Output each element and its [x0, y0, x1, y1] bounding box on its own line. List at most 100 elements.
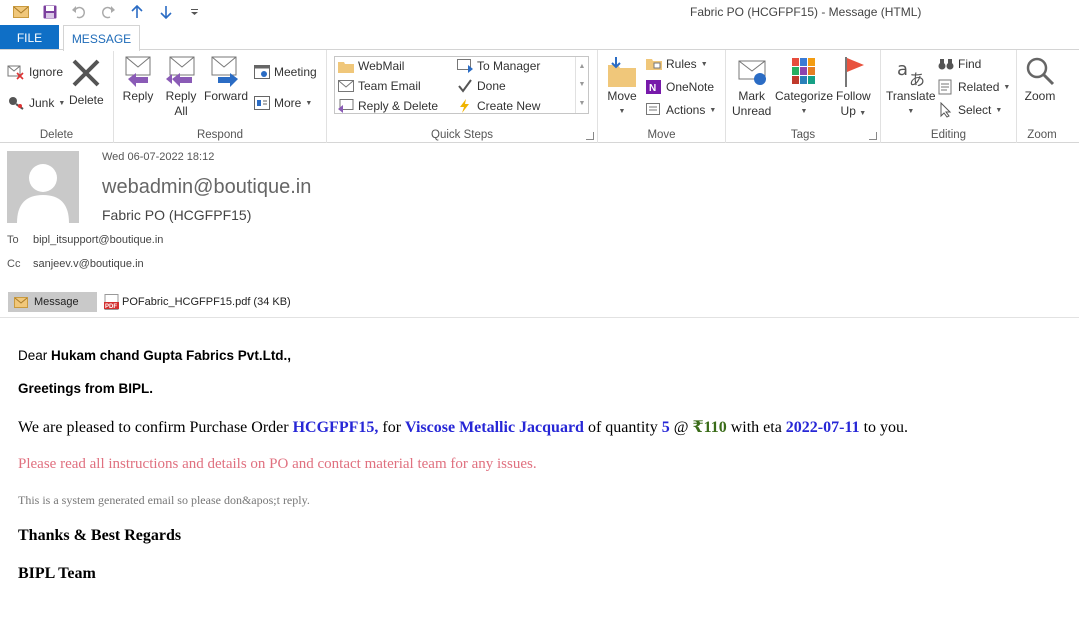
svg-text:a: a	[897, 59, 908, 80]
categorize-button[interactable]: Categorize ▼	[775, 55, 833, 119]
quick-step-team-email[interactable]: Team Email	[338, 79, 421, 93]
salutation: Dear Hukam chand Gupta Fabrics Pvt.Ltd.,	[18, 348, 292, 363]
scroll-down-icon[interactable]: ▼	[579, 81, 586, 88]
save-icon[interactable]	[35, 2, 64, 22]
chevron-down-icon: ▼	[995, 106, 1003, 114]
ribbon: Ignore Junk ▼ Delete Delete Reply Reply A…	[0, 50, 1079, 143]
mark-unread-button[interactable]: Mark Unread	[732, 55, 771, 119]
window-title: Fabric PO (HCGFPF15) - Message (HTML)	[690, 5, 922, 19]
tags-launcher[interactable]	[869, 132, 877, 140]
title-bar: Fabric PO (HCGFPF15) - Message (HTML)	[0, 0, 1079, 25]
meeting-button[interactable]: Meeting	[254, 62, 317, 82]
to-label: To	[7, 234, 19, 246]
follow-up-label-2: Up ▼	[840, 104, 867, 118]
follow-up-button[interactable]: Follow Up ▼	[836, 55, 871, 121]
quick-steps-label: Quick Steps	[431, 129, 493, 141]
quick-access-toolbar	[6, 2, 209, 22]
move-button[interactable]: Move ▼	[606, 55, 638, 119]
next-item-icon[interactable]	[151, 2, 180, 22]
ignore-button[interactable]: Ignore	[7, 62, 63, 82]
related-button[interactable]: Related ▼	[938, 77, 1010, 97]
quick-step-done[interactable]: Done	[457, 79, 506, 93]
message-body-tab[interactable]: Message	[8, 292, 97, 312]
more-respond-icon	[254, 96, 270, 110]
chevron-down-icon: ▼	[800, 108, 808, 115]
cc-recipient[interactable]: sanjeev.v@boutique.in	[33, 258, 144, 270]
tags-group: Mark Unread Categorize ▼ Follow Up ▼ Tag…	[726, 50, 881, 143]
translate-button[interactable]: aあ Translate ▼	[886, 55, 936, 119]
chevron-down-icon: ▼	[907, 108, 915, 115]
checkmark-icon	[458, 79, 472, 93]
mail-icon[interactable]	[6, 2, 35, 22]
reply-icon	[125, 56, 151, 87]
tab-file[interactable]: FILE	[0, 25, 59, 50]
undo-icon[interactable]	[64, 2, 93, 22]
onenote-icon: N	[646, 80, 661, 94]
zoom-button[interactable]: Zoom	[1024, 55, 1056, 104]
junk-icon	[9, 97, 24, 110]
move-group-label: Move	[647, 129, 676, 141]
magnifier-icon	[1026, 57, 1055, 86]
translate-icon: aあ	[897, 59, 925, 89]
mark-unread-icon	[738, 60, 766, 85]
select-button[interactable]: Select ▼	[938, 100, 1002, 120]
tags-group-label: Tags	[790, 129, 816, 141]
pdf-icon: PDF	[104, 294, 119, 310]
quick-step-reply-delete[interactable]: Reply & Delete	[338, 99, 438, 113]
folder-icon	[338, 61, 354, 73]
editing-group: aあ Translate ▼ Find Related ▼ Select ▼ Edi…	[881, 50, 1017, 143]
rules-button[interactable]: Rules ▼	[646, 54, 708, 74]
attachment-pdf[interactable]: PDF POFabric_HCGFPF15.pdf (34 KB)	[104, 294, 291, 310]
quick-steps-scrollbar[interactable]: ▲ ▼ ▼	[575, 57, 588, 113]
chevron-down-icon: ▼	[305, 99, 313, 107]
signature: BIPL Team	[18, 565, 96, 582]
reply-delete-icon	[338, 99, 354, 113]
onenote-button[interactable]: N OneNote	[646, 77, 714, 97]
message-header: Wed 06-07-2022 18:12 webadmin@boutique.i…	[0, 143, 1079, 318]
previous-item-icon[interactable]	[122, 2, 151, 22]
quick-step-create-new[interactable]: Create New	[457, 99, 540, 113]
sent-date: Wed 06-07-2022 18:12	[102, 151, 215, 163]
reply-button[interactable]: Reply	[122, 55, 154, 104]
chevron-down-icon: ▼	[1003, 83, 1011, 91]
actions-button[interactable]: Actions ▼	[646, 100, 716, 120]
rules-icon	[646, 59, 662, 70]
to-recipient[interactable]: bipl_itsupport@boutique.in	[33, 234, 163, 246]
delete-button[interactable]: Delete	[69, 57, 104, 108]
chevron-down-icon: ▼	[618, 108, 626, 115]
reply-all-icon	[166, 56, 195, 87]
svg-text:PDF: PDF	[105, 304, 117, 310]
delete-icon	[72, 59, 100, 87]
more-button[interactable]: More ▼	[254, 93, 312, 113]
zoom-group: Zoom Zoom	[1017, 50, 1067, 143]
system-note: This is a system generated email so plea…	[18, 493, 310, 507]
quick-step-to-manager[interactable]: To Manager	[457, 59, 540, 73]
lightning-icon	[460, 99, 469, 113]
chevron-down-icon: ▼	[859, 110, 867, 117]
chevron-down-icon: ▼	[58, 99, 66, 107]
redo-icon[interactable]	[93, 2, 122, 22]
person-icon	[17, 164, 69, 223]
forward-button[interactable]: Forward	[204, 55, 248, 104]
svg-text:あ: あ	[909, 70, 925, 89]
scroll-up-icon[interactable]: ▲	[579, 63, 586, 70]
avatar	[7, 151, 79, 223]
delete-group: Ignore Junk ▼ Delete Delete	[0, 50, 114, 143]
junk-button[interactable]: Junk ▼	[7, 93, 65, 113]
flag-icon	[845, 57, 865, 87]
quick-step-webmail[interactable]: WebMail	[338, 59, 404, 73]
find-button[interactable]: Find	[938, 54, 981, 74]
binoculars-icon	[938, 59, 954, 70]
meeting-icon	[254, 65, 270, 79]
quick-steps-gallery: WebMail Team Email Reply & Delete To Man…	[334, 56, 589, 114]
editing-group-label: Editing	[930, 129, 967, 141]
related-icon	[938, 79, 952, 95]
customize-qat-icon[interactable]	[180, 2, 209, 22]
cursor-icon	[940, 102, 952, 118]
quick-steps-launcher[interactable]	[586, 132, 594, 140]
reply-all-button[interactable]: Reply All	[164, 55, 198, 119]
expand-gallery-icon[interactable]: ▼	[579, 100, 586, 107]
actions-icon	[646, 103, 660, 115]
sender-address[interactable]: webadmin@boutique.in	[102, 176, 311, 199]
tab-message[interactable]: MESSAGE	[63, 25, 140, 51]
